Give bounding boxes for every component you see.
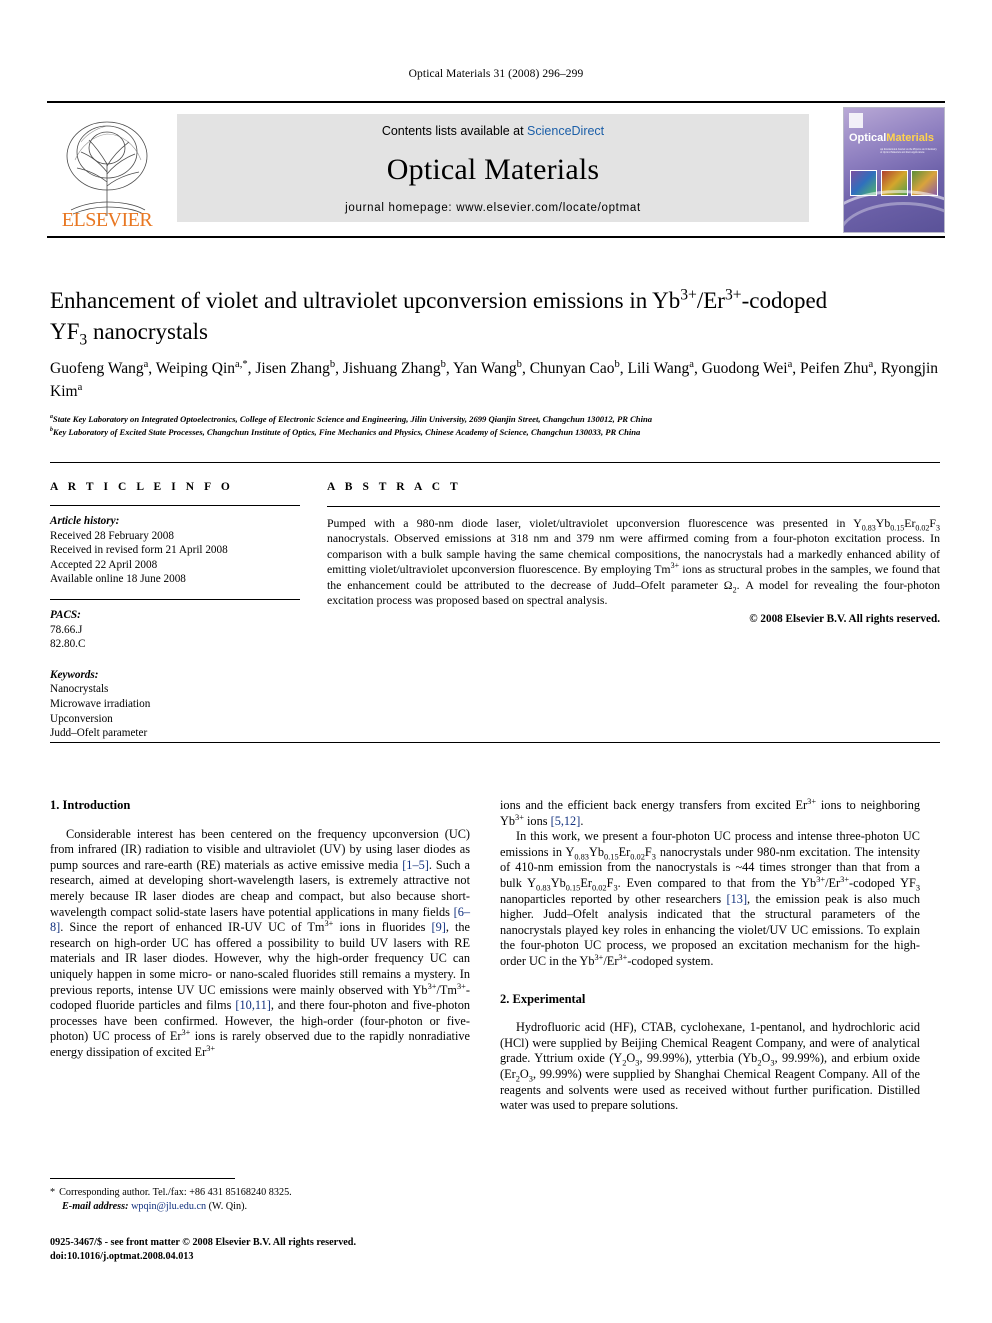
affiliation-a-text: State Key Laboratory on Integrated Optoe… (52, 414, 653, 424)
author-affil-mark: a (787, 358, 793, 370)
corresponding-author-footnote: * Corresponding author. Tel./fax: +86 431… (50, 1186, 470, 1214)
journal-title: Optical Materials (386, 153, 600, 186)
email-label: E-mail address: (62, 1201, 129, 1212)
title-sup-2: 3+ (724, 286, 742, 304)
citation-ref[interactable]: [1–5] (402, 858, 429, 872)
sciencedirect-link[interactable]: ScienceDirect (527, 124, 604, 138)
keywords-label: Keywords: (50, 668, 99, 681)
info-block-top-rule (50, 462, 940, 463)
affiliation-b: bKey Laboratory of Excited State Process… (50, 426, 940, 439)
author-affil-mark: a (689, 358, 694, 370)
title-part-2: /Er (696, 288, 725, 313)
abstract-text: Pumped with a 980-nm diode laser, violet… (327, 516, 940, 608)
experimental-paragraph-1: Hydrofluoric acid (HF), CTAB, cyclohexan… (500, 1020, 920, 1113)
corresponding-author-text: Corresponding author. Tel./fax: +86 431 … (59, 1187, 292, 1198)
history-item: Received 28 February 2008 (50, 529, 174, 542)
author-affil-mark: b (614, 358, 620, 370)
keyword-item: Upconversion (50, 712, 113, 725)
citation-ref[interactable]: [5,12] (551, 814, 581, 828)
body-column-right: ions and the efficient back energy trans… (500, 796, 920, 1114)
cover-title: OpticalMaterials (849, 132, 934, 144)
intro-paragraph-2: In this work, we present a four-photon U… (500, 829, 920, 968)
body-column-left: 1. Introduction Considerable interest ha… (50, 798, 470, 1061)
contents-available-line: Contents lists available at ScienceDirec… (382, 124, 604, 138)
email-link[interactable]: wpqin@jlu.edu.cn (131, 1201, 206, 1212)
section-heading-introduction: 1. Introduction (50, 798, 131, 812)
abstract-column: A B S T R A C T Pumped with a 980-nm dio… (327, 481, 940, 625)
pacs-block: PACS: 78.66.J 82.80.C (50, 608, 300, 652)
pacs-item: 78.66.J (50, 623, 83, 636)
intro-paragraph-1: Considerable interest has been centered … (50, 826, 471, 1059)
title-part-4: YF (50, 319, 80, 344)
email-suffix: (W. Qin). (208, 1201, 248, 1212)
pacs-item: 82.80.C (50, 638, 86, 651)
section-heading-experimental: 2. Experimental (500, 991, 586, 1006)
title-part-1: Enhancement of violet and ultraviolet up… (50, 288, 681, 313)
elsevier-wordmark: ELSEVIER (61, 209, 153, 231)
banner-bottom-rule (47, 236, 945, 238)
author-affil-mark: b (329, 358, 336, 370)
keywords-block: Keywords: Nanocrystals Microwave irradia… (50, 668, 300, 741)
running-head: Optical Materials 31 (2008) 296–299 (408, 68, 584, 80)
affiliation-list: aState Key Laboratory on Integrated Opto… (50, 413, 940, 438)
affiliation-a: aState Key Laboratory on Integrated Opto… (50, 413, 940, 426)
citation-ref[interactable]: [9] (431, 920, 445, 934)
banner-top-rule (47, 101, 945, 103)
cover-elsevier-icon (849, 113, 863, 128)
author-affil-mark: b (440, 358, 446, 370)
author-affil-mark: b (516, 358, 522, 370)
email-line: E-mail address: wpqin@jlu.edu.cn (W. Qin… (50, 1200, 470, 1214)
citation-ref[interactable]: [6–8] (50, 905, 470, 935)
affiliation-b-text: Key Laboratory of Excited State Processe… (52, 426, 641, 437)
contents-prefix: Contents lists available at (381, 124, 528, 138)
article-history-label: Article history: (50, 515, 120, 527)
title-part-3: -codoped (741, 288, 828, 313)
abstract-copyright: © 2008 Elsevier B.V. All rights reserved… (749, 613, 940, 626)
history-item: Received in revised form 21 April 2008 (50, 544, 228, 557)
author-affil-mark: a (868, 358, 874, 370)
info-block-bottom-rule (50, 742, 940, 743)
cover-subtitle: An International Journal on the Physics … (880, 148, 937, 155)
article-title: Enhancement of violet and ultraviolet up… (50, 285, 940, 348)
author-affil-mark: a,* (235, 358, 248, 370)
author-affil-mark: a (77, 381, 83, 393)
corresponding-author-line: * Corresponding author. Tel./fax: +86 431… (50, 1186, 470, 1200)
issn-line: 0925-3467/$ - see front matter © 2008 El… (50, 1237, 357, 1248)
cover-title-word1: Optical (849, 132, 887, 144)
intro-paragraph-1-continued: ions and the efficient back energy trans… (500, 796, 920, 828)
journal-banner: ELSEVIER Contents lists available at Sci… (47, 101, 945, 238)
abstract-divider (327, 506, 940, 507)
cover-title-word2: Materials (886, 132, 934, 144)
author-list: Guofeng Wanga, Weiping Qina,*, Jisen Zha… (50, 358, 939, 400)
author-affil-mark: a (143, 358, 149, 370)
article-history-block: Article history: Received 28 February 20… (50, 514, 300, 587)
keyword-item: Judd–Ofelt parameter (50, 727, 148, 740)
title-sup-1: 3+ (680, 286, 697, 304)
citation-ref[interactable]: [13] (727, 892, 748, 906)
article-info-heading: A R T I C L E I N F O (50, 481, 234, 493)
title-part-5: nanocrystals (87, 319, 208, 344)
keyword-item: Nanocrystals (50, 683, 109, 696)
elsevier-tree-logo (51, 112, 163, 224)
pacs-divider (50, 598, 300, 600)
contents-box: Contents lists available at ScienceDirec… (177, 114, 809, 222)
pacs-label: PACS: (50, 608, 81, 621)
abstract-heading: A B S T R A C T (327, 481, 462, 493)
article-info-divider (50, 505, 300, 506)
journal-cover-thumbnail: OpticalMaterials An International Journa… (843, 107, 945, 233)
corresponding-author-marker: * (50, 1187, 56, 1198)
citation-ref[interactable]: [10,11] (235, 998, 270, 1012)
history-item: Accepted 22 April 2008 (50, 558, 158, 571)
history-item: Available online 18 June 2008 (50, 573, 186, 586)
journal-homepage-line[interactable]: journal homepage: www.elsevier.com/locat… (345, 202, 641, 214)
issn-doi-block: 0925-3467/$ - see front matter © 2008 El… (50, 1236, 550, 1263)
paper-page: Optical Materials 31 (2008) 296–299 ELSE… (0, 0, 992, 1323)
article-info-column: A R T I C L E I N F O Article history: R… (50, 481, 300, 741)
doi-line: doi:10.1016/j.optmat.2008.04.013 (50, 1250, 194, 1262)
keyword-item: Microwave irradiation (50, 697, 151, 710)
footnote-rule (50, 1178, 235, 1179)
